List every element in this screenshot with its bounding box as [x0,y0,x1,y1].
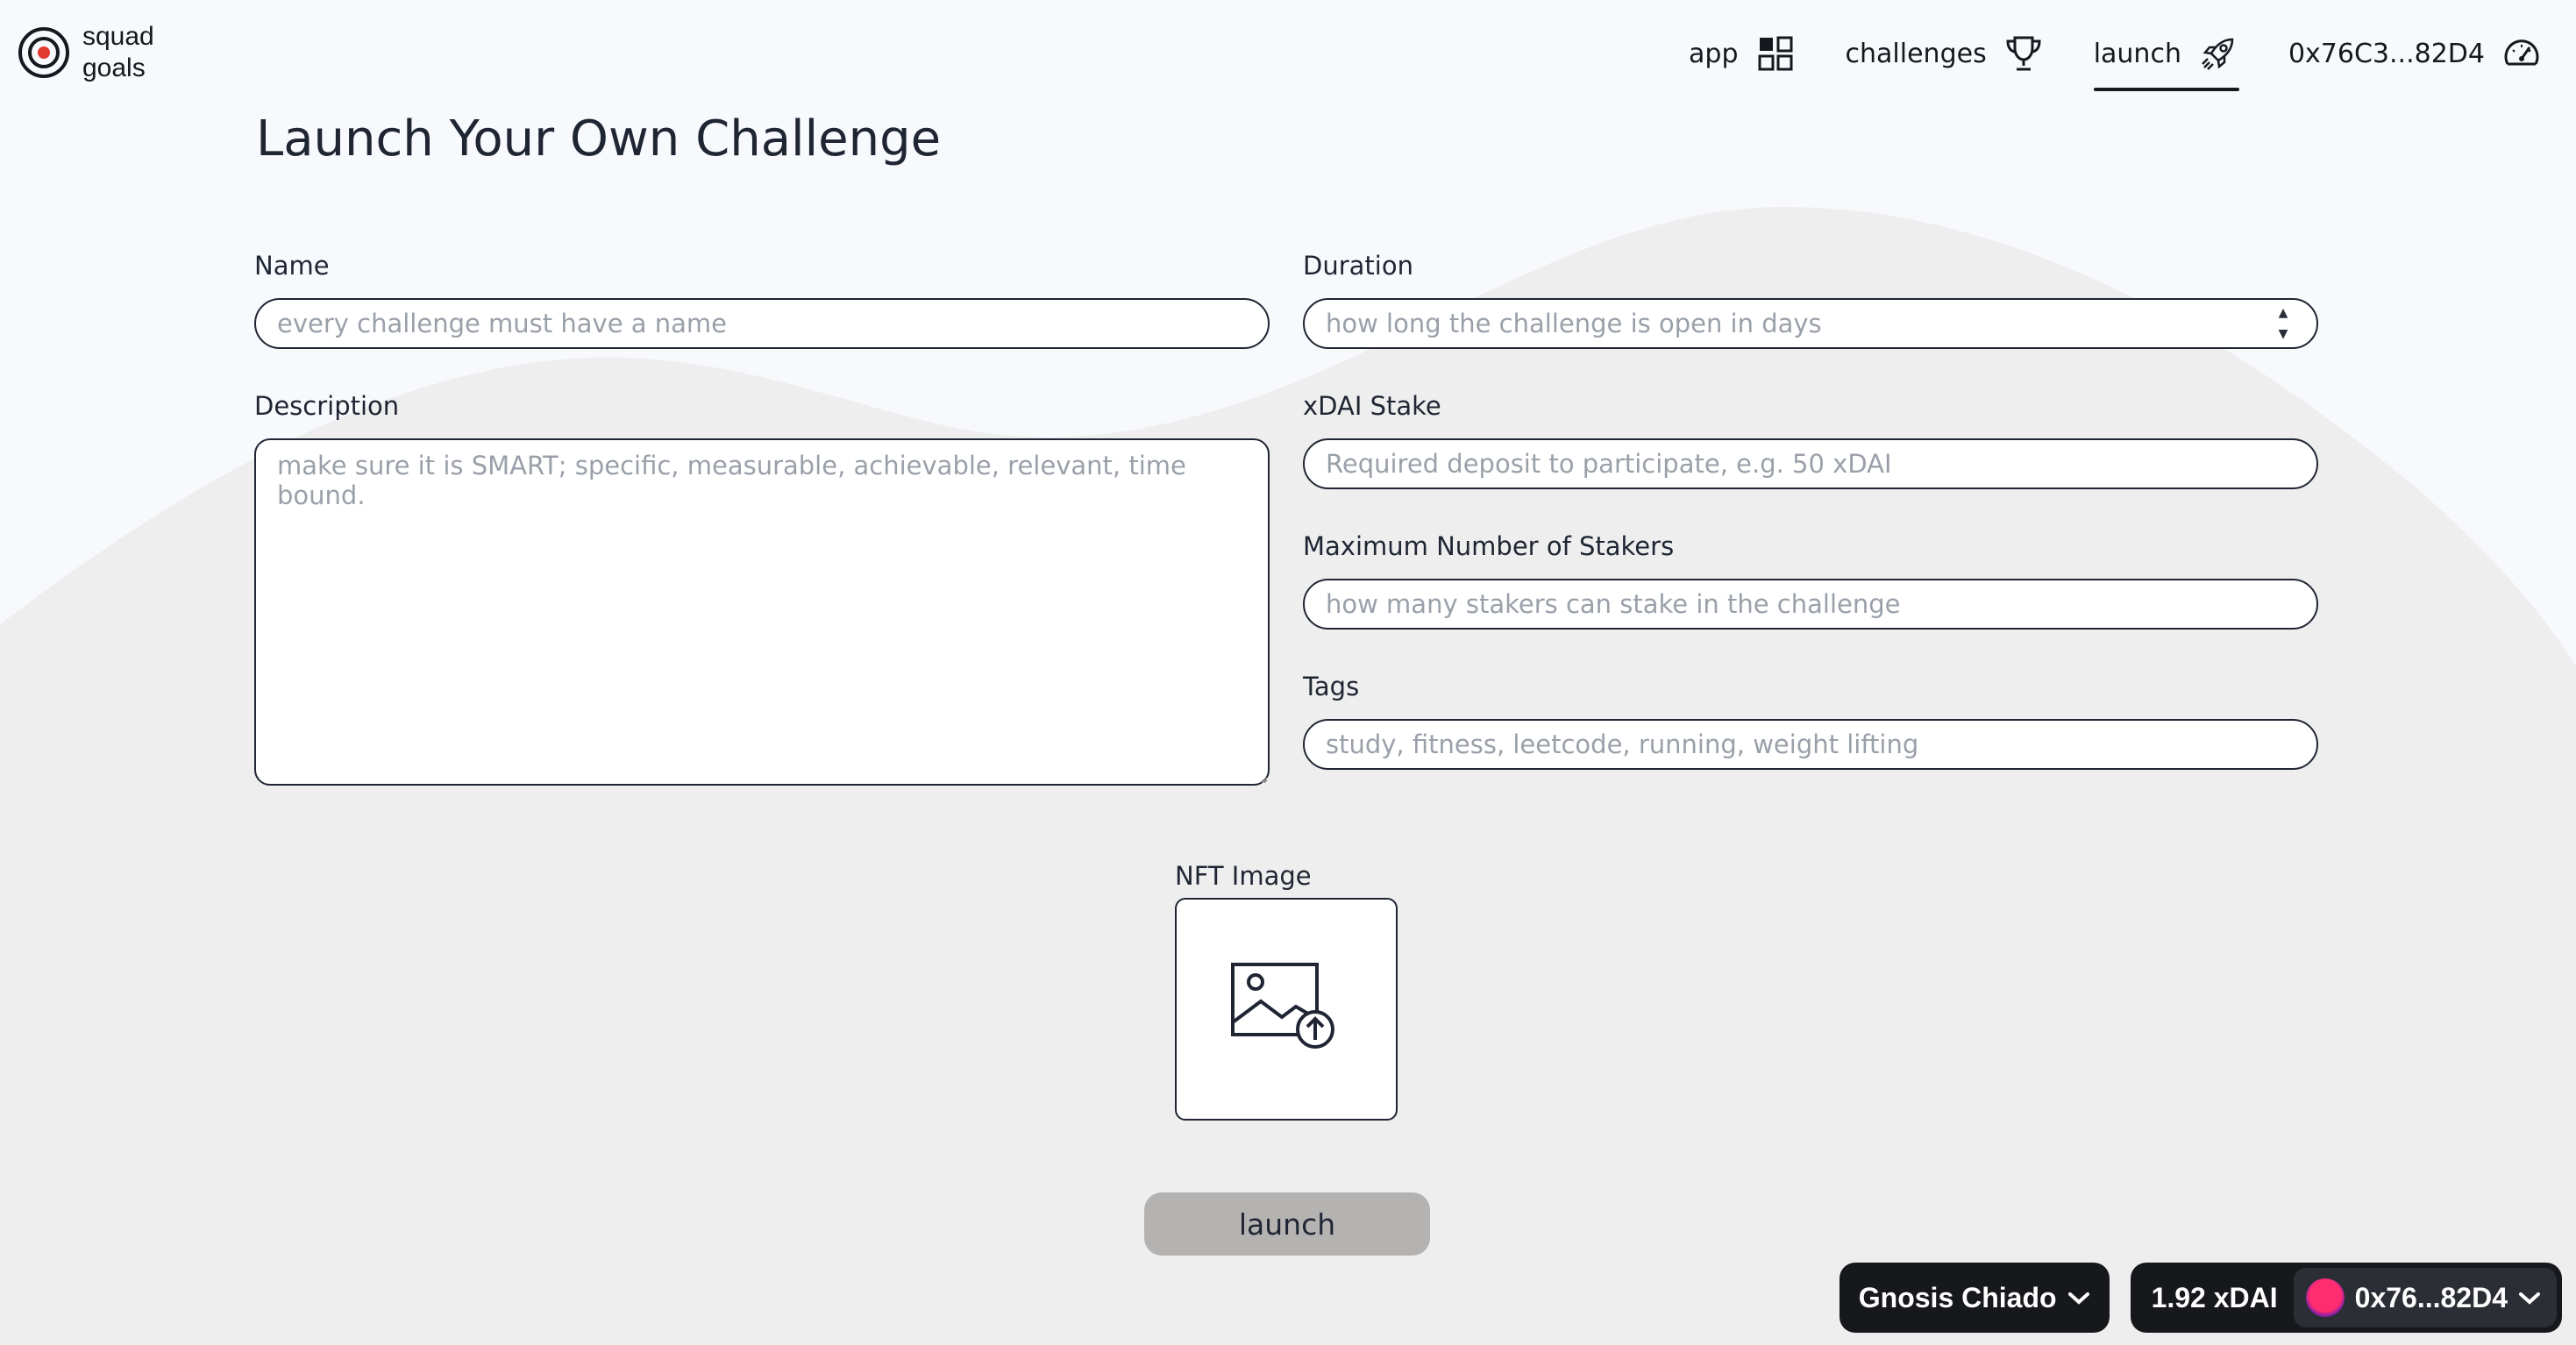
description-label: Description [254,391,400,421]
stake-label: xDAI Stake [1303,391,1441,421]
avatar [2305,1278,2345,1317]
launch-button[interactable]: launch [1144,1192,1430,1256]
network-name: Gnosis Chiado [1858,1281,2057,1313]
network-selector[interactable]: Gnosis Chiado [1839,1263,2110,1333]
nav-item-label: launch [2093,38,2181,69]
nav-item-challenges[interactable]: challenges [1846,28,2045,79]
account-button[interactable]: 0x76...82D4 [2293,1268,2557,1327]
name-label: Name [254,251,330,281]
name-field: Name [254,251,1270,349]
nav-item-label: app [1689,38,1739,69]
max-stakers-label: Maximum Number of Stakers [1303,531,1675,561]
trophy-icon [2006,36,2041,71]
stepper-down-icon[interactable]: ▼ [2279,326,2288,342]
brand-name: squad goals [82,22,154,82]
duration-label: Duration [1303,251,1413,281]
duration-field: Duration ▲ ▼ [1303,251,2318,349]
speedometer-icon [2504,39,2539,66]
nav-item-label: challenges [1845,38,1987,69]
image-upload-icon [1231,963,1334,1049]
nav-item-account[interactable]: 0x76C3...82D4 [2288,28,2543,79]
balance-value: 1.92 xDAI [2151,1281,2278,1313]
brand-logo[interactable]: squad goals [18,21,154,84]
nft-image-label: NFT Image [1175,861,1312,891]
nav-item-app[interactable]: app [1689,28,1796,79]
duration-input-wrap: ▲ ▼ [1303,298,2318,349]
stake-field: xDAI Stake [1303,391,2318,489]
tags-label: Tags [1303,672,1360,701]
wallet-bar: Gnosis Chiado 1.92 xDAI 0x76...82D4 [1839,1263,2562,1333]
page-title: Launch Your Own Challenge [256,110,942,167]
nft-image-upload[interactable] [1175,898,1398,1121]
nav-item-launch[interactable]: launch [2093,28,2240,91]
top-nav: app challenges launch 0x76C3...82D4 [1689,28,2543,91]
grid-icon [1758,36,1793,71]
max-stakers-input[interactable] [1303,579,2318,630]
target-logo-icon [18,27,69,78]
rocket-icon [2202,38,2234,70]
tags-input[interactable] [1303,719,2318,770]
chevron-down-icon [2067,1292,2089,1305]
name-input[interactable] [254,298,1270,349]
stepper-up-icon[interactable]: ▲ [2279,305,2288,321]
account-address: 0x76...82D4 [2354,1281,2508,1313]
nav-item-label: 0x76C3...82D4 [2288,38,2485,69]
duration-input[interactable] [1303,298,2318,349]
duration-stepper[interactable]: ▲ ▼ [2274,305,2292,342]
description-field: Description [254,391,1270,789]
description-textarea[interactable] [254,438,1270,786]
chevron-down-icon [2519,1292,2540,1305]
max-stakers-field: Maximum Number of Stakers [1303,531,2318,630]
tags-field: Tags [1303,672,2318,770]
stake-input[interactable] [1303,438,2318,489]
account-pill[interactable]: 1.92 xDAI 0x76...82D4 [2130,1263,2562,1333]
